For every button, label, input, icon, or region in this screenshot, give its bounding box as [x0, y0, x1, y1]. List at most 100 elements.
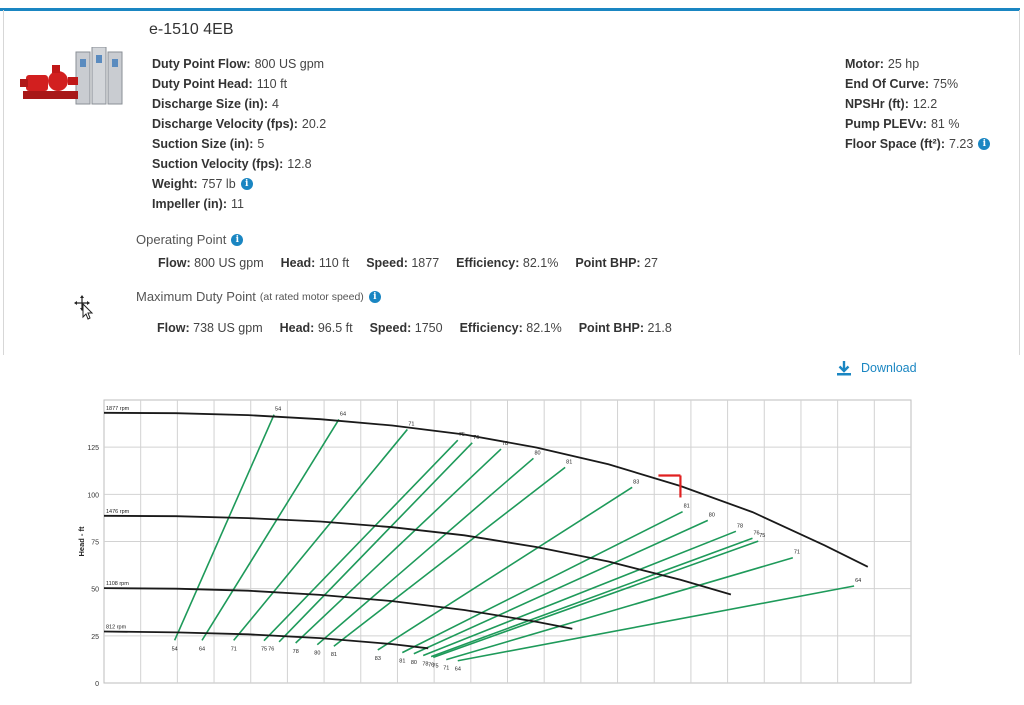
y-axis-label: Head - ft [77, 526, 86, 557]
y-tick-label: 50 [91, 587, 99, 594]
point-item: Speed: 1750 [370, 321, 443, 335]
operating-point-values: Flow: 800 US gpm Head: 110 ft Speed: 1877 E… [158, 256, 675, 270]
spec-value: 12.8 [287, 157, 312, 171]
efficiency-label-bottom: 76 [268, 647, 274, 653]
point-label: Speed: [369, 321, 412, 335]
efficiency-label-top: 64 [855, 578, 861, 584]
move-cursor-icon [74, 295, 94, 320]
spec-label: Floor Space (ft²): [845, 137, 945, 151]
panel-right-border [1019, 10, 1020, 355]
speed-curve-label: 1877 rpm [106, 406, 130, 412]
point-item: Point BHP: 27 [575, 256, 658, 270]
efficiency-label-bottom: 80 [314, 651, 320, 657]
y-tick-label: 25 [91, 634, 99, 641]
spec-label: Suction Velocity (fps): [152, 157, 284, 171]
left-spec-row: Duty Point Head: 110 ft [152, 74, 326, 94]
efficiency-label-top: 78 [737, 523, 743, 529]
point-label: Efficiency: [459, 321, 523, 335]
efficiency-label-bottom: 78 [293, 649, 299, 655]
point-item: Efficiency: 82.1% [456, 256, 558, 270]
info-icon[interactable]: i [231, 233, 244, 246]
efficiency-label-bottom: 64 [199, 646, 205, 652]
point-label: Point BHP: [575, 256, 641, 270]
efficiency-label-top: 71 [408, 421, 414, 427]
y-tick-label: 75 [91, 540, 99, 547]
efficiency-label-bottom: 75 [432, 663, 438, 669]
point-label: Efficiency: [456, 256, 520, 270]
spec-value: 25 hp [887, 57, 920, 71]
efficiency-label-top: 81 [566, 459, 572, 465]
point-value: 110 ft [318, 256, 350, 270]
spec-value: 5 [257, 137, 265, 151]
pump-performance-chart: 0 25 50 75 100 125 Head - ft 1877 rpm 1476 rpm 11… [77, 399, 912, 688]
spec-label: Duty Point Head: [152, 77, 253, 91]
efficiency-label-top: 80 [534, 450, 540, 456]
efficiency-label-bottom: 80 [411, 660, 417, 666]
spec-label: Discharge Size (in): [152, 97, 268, 111]
point-item: Flow: 800 US gpm [158, 256, 264, 270]
spec-label: Duty Point Flow: [152, 57, 251, 71]
efficiency-label-bottom: 54 [172, 646, 178, 652]
left-spec-row: Impeller (in): 11 [152, 194, 326, 214]
efficiency-label-top: 75 [759, 533, 765, 539]
efficiency-label-top: 81 [684, 504, 690, 510]
efficiency-label-top: 75 [459, 432, 465, 438]
pump-title: e-1510 4EB [149, 21, 234, 38]
operating-point-title: Operating Point [136, 232, 227, 247]
efficiency-label-top: 64 [340, 411, 346, 417]
max-duty-point-heading: Maximum Duty Point (at rated motor speed… [136, 289, 381, 304]
right-spec-list: Motor: 25 hp End Of Curve: 75% NPSHr (ft): 12… [845, 54, 991, 154]
download-button[interactable]: Download [836, 360, 917, 376]
speed-curve-label: 1476 rpm [106, 509, 130, 515]
left-spec-list: Duty Point Flow: 800 US gpm Duty Point Hea… [152, 54, 326, 214]
spec-value: 110 ft [256, 77, 288, 91]
top-accent-bar [0, 8, 1020, 11]
info-icon[interactable]: i [368, 290, 381, 303]
efficiency-label-bottom: 75 [261, 647, 267, 653]
point-item: Head: 110 ft [281, 256, 350, 270]
efficiency-label-bottom: 83 [375, 656, 381, 662]
spec-value: 7.23 [949, 137, 974, 151]
spec-value: 75% [933, 77, 959, 91]
spec-label: Motor: [845, 57, 884, 71]
left-spec-row: Discharge Size (in): 4 [152, 94, 326, 114]
efficiency-label-top: 80 [709, 512, 715, 518]
efficiency-label-bottom: 81 [331, 652, 337, 658]
efficiency-label-top: 78 [502, 441, 508, 447]
point-item: Efficiency: 82.1% [460, 321, 562, 335]
spec-value: 12.2 [912, 97, 938, 111]
right-spec-row: Floor Space (ft²): 7.23 i [845, 134, 991, 154]
point-label: Flow: [158, 256, 191, 270]
point-value: 82.1% [522, 256, 559, 270]
y-tick-label: 0 [95, 681, 99, 688]
pump-product-image [20, 47, 123, 105]
point-item: Head: 96.5 ft [280, 321, 353, 335]
efficiency-label-bottom: 71 [231, 646, 237, 652]
point-label: Speed: [366, 256, 408, 270]
panel-left-border [3, 10, 4, 355]
left-spec-row: Suction Size (in): 5 [152, 134, 326, 154]
efficiency-label-bottom: 81 [399, 659, 405, 665]
max-duty-point-note: (at rated motor speed) [259, 290, 364, 303]
speed-curve-label: 812 rpm [106, 624, 127, 630]
info-icon[interactable]: i [978, 138, 991, 150]
download-label: Download [861, 361, 917, 375]
point-item: Point BHP: 21.8 [579, 321, 672, 335]
efficiency-label-top: 54 [275, 407, 281, 413]
info-icon[interactable]: i [240, 178, 253, 190]
left-spec-row: Suction Velocity (fps): 12.8 [152, 154, 326, 174]
right-spec-row: NPSHr (ft): 12.2 [845, 94, 990, 114]
spec-value: 800 US gpm [254, 57, 325, 71]
point-value: 800 US gpm [194, 256, 264, 270]
spec-label: Suction Size (in): [152, 137, 254, 151]
left-spec-row: Discharge Velocity (fps): 20.2 [152, 114, 326, 134]
spec-value: 20.2 [301, 117, 327, 131]
efficiency-label-top: 71 [794, 550, 800, 556]
efficiency-label-bottom: 71 [443, 666, 449, 672]
right-spec-row: Pump PLEVv: 81 % [845, 114, 990, 134]
right-spec-row: End Of Curve: 75% [845, 74, 990, 94]
max-duty-point-title: Maximum Duty Point [136, 289, 256, 304]
point-value: 27 [644, 256, 658, 270]
point-value: 21.8 [647, 321, 672, 335]
point-item: Flow: 738 US gpm [157, 321, 263, 335]
